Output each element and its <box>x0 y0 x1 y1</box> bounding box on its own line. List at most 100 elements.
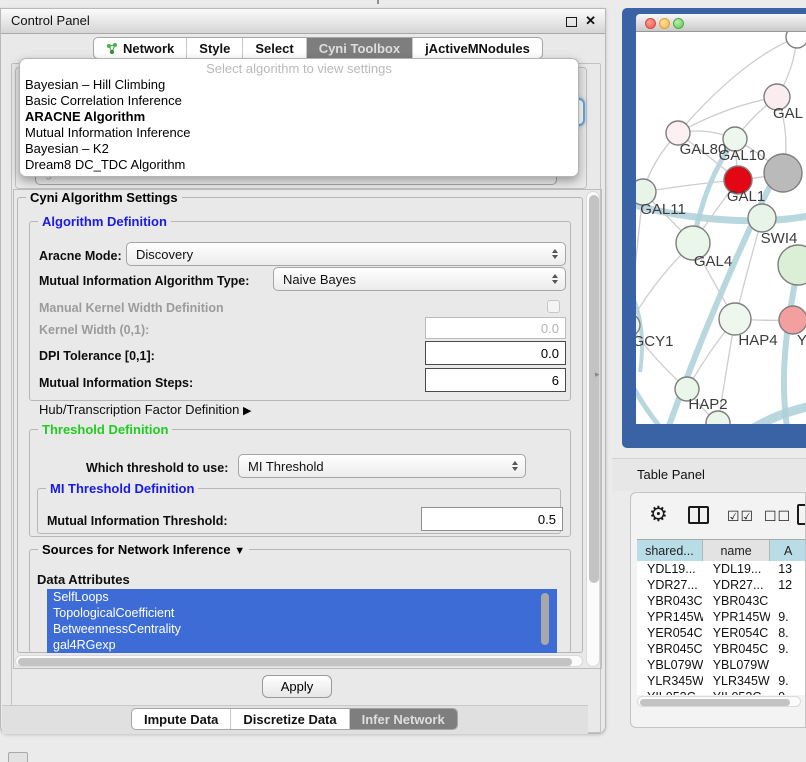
table-row[interactable]: YER054CYER054C8. <box>637 625 806 641</box>
table-row[interactable]: YDL19...YDL19...13 <box>637 561 806 577</box>
which-threshold-combobox[interactable]: MI Threshold <box>238 454 526 478</box>
vertical-scrollbar-thumb[interactable] <box>589 195 599 583</box>
network-node[interactable] <box>764 154 802 192</box>
close-traffic-light[interactable] <box>645 18 656 29</box>
attribute-list-item[interactable]: TopologicalCoefficient <box>47 605 557 621</box>
minimize-traffic-light[interactable] <box>659 18 670 29</box>
close-icon[interactable]: ✕ <box>585 13 596 29</box>
column-header[interactable]: name <box>703 540 771 562</box>
tab-infer-network[interactable]: Infer Network <box>350 709 457 729</box>
network-node-swi4[interactable] <box>748 204 776 232</box>
expand-right-icon[interactable]: ▶ <box>243 405 251 417</box>
network-graph[interactable]: GALGAL80GAL10GAL1GAL11SWI4GAL4GCY1HAP4YH… <box>636 32 806 424</box>
table-panel: ⚙☑☑☐☐ shared...nameA YDL19...YDL19...13Y… <box>630 492 806 728</box>
tab-network[interactable]: Network <box>94 38 187 58</box>
tab-label: Discretize Data <box>243 712 336 727</box>
hub-definition-label[interactable]: Hub/Transcription Factor Definition ▶ <box>39 402 251 417</box>
unchecked-pair-icon[interactable]: ☐☐ <box>764 508 791 525</box>
network-node-y[interactable] <box>779 306 806 334</box>
dropdown-item[interactable]: Dream8 DC_TDC Algorithm <box>20 157 578 173</box>
table-panel-title: Table Panel <box>637 459 705 491</box>
network-window-titlebar[interactable] <box>636 14 806 32</box>
bottom-left-chip[interactable] <box>8 752 28 762</box>
table-cell: YDL19... <box>703 561 771 577</box>
mi-threshold-definition-title: MI Threshold Definition <box>46 481 198 496</box>
column-header[interactable]: shared... <box>637 540 703 562</box>
data-attributes-list[interactable]: SelfLoopsTopologicalCoefficientBetweenne… <box>47 589 557 653</box>
collapse-down-icon[interactable]: ▼ <box>234 545 245 557</box>
tab-select[interactable]: Select <box>243 38 306 58</box>
cyni-settings-title: Cyni Algorithm Settings <box>26 190 182 205</box>
mi-algorithm-type-combobox[interactable]: Naive Bayes <box>273 267 566 291</box>
network-edge[interactable] <box>678 97 777 133</box>
tab-discretize-data[interactable]: Discretize Data <box>231 709 349 729</box>
horizontal-scrollbar-thumb[interactable] <box>18 658 572 666</box>
column-header[interactable]: A <box>770 540 806 562</box>
dropdown-item[interactable]: Bayesian – Hill Climbing <box>20 77 578 93</box>
table-cell: YDL19... <box>637 561 703 577</box>
dpi-tolerance-field[interactable]: 0.0 <box>425 341 566 365</box>
node-label: GAL1 <box>727 188 765 205</box>
table-row[interactable]: YIL052CYIL052C9. <box>637 689 806 695</box>
data-attributes-label: Data Attributes <box>37 572 130 587</box>
attribute-list-item[interactable]: gal4RGexp <box>47 637 557 653</box>
control-panel-titlebar[interactable]: Control Panel ✕ <box>1 9 605 34</box>
document-icon[interactable] <box>797 504 806 525</box>
attribute-list-item[interactable]: BetweennessCentrality <box>47 621 557 637</box>
table-cell: YDR27... <box>703 577 771 593</box>
network-view-window[interactable]: GALGAL80GAL10GAL1GAL11SWI4GAL4GCY1HAP4YH… <box>622 8 806 448</box>
table-row[interactable]: YBR045CYBR045C9. <box>637 641 806 657</box>
dropdown-item[interactable]: Bayesian – K2 <box>20 141 578 157</box>
network-node-hap4[interactable] <box>719 303 751 335</box>
table-row[interactable]: YPR145WYPR145W9. <box>637 609 806 625</box>
kernel-width-value: 0.0 <box>541 321 559 336</box>
checked-pair-icon[interactable]: ☑☑ <box>727 508 754 525</box>
dropdown-item[interactable]: Basic Correlation Inference <box>20 93 578 109</box>
node-label: SWI4 <box>761 230 798 247</box>
vertical-scrollbar[interactable] <box>586 191 600 667</box>
node-label: GAL4 <box>694 253 732 270</box>
zoom-traffic-light[interactable] <box>673 18 684 29</box>
network-edge-thick[interactable] <box>784 265 798 424</box>
float-window-icon[interactable] <box>566 17 577 27</box>
split-columns-icon[interactable] <box>688 506 709 524</box>
network-node[interactable] <box>786 32 806 48</box>
network-node[interactable] <box>778 245 806 285</box>
tab-jactivemnodules[interactable]: jActiveMNodules <box>413 38 542 58</box>
mi-threshold-field[interactable]: 0.5 <box>421 507 563 531</box>
tab-impute-data[interactable]: Impute Data <box>132 709 231 729</box>
table-hscroll-thumb[interactable] <box>640 699 790 706</box>
node-label: GAL11 <box>640 201 686 218</box>
manual-kernel-width-label: Manual Kernel Width Definition <box>39 301 224 315</box>
table-cell: YIL052C <box>703 689 771 695</box>
table-row[interactable]: YBL079WYBL079W <box>637 657 806 673</box>
apply-button[interactable]: Apply <box>262 675 332 698</box>
table-row[interactable]: YBR043CYBR043C <box>637 593 806 609</box>
mi-steps-field[interactable]: 6 <box>425 368 566 392</box>
kernel-width-label: Kernel Width (0,1): <box>39 323 149 337</box>
kernel-width-field[interactable]: 0.0 <box>425 317 566 339</box>
splitpane-handle-icon[interactable]: ▸ <box>595 369 600 380</box>
node-label: GAL10 <box>719 147 766 164</box>
table-row[interactable]: YLR345WYLR345W9. <box>637 673 806 689</box>
network-canvas[interactable]: GALGAL80GAL10GAL1GAL11SWI4GAL4GCY1HAP4YH… <box>636 32 806 424</box>
tab-cyni-toolbox[interactable]: Cyni Toolbox <box>307 38 413 58</box>
window-title: Control Panel <box>11 9 90 33</box>
network-edge-thick[interactable] <box>636 372 666 424</box>
tab-label: Infer Network <box>362 712 445 727</box>
aracne-mode-combobox[interactable]: Discovery <box>126 242 566 266</box>
dropdown-item[interactable]: ARACNE Algorithm <box>20 109 578 125</box>
gear-icon[interactable]: ⚙ <box>649 502 668 527</box>
node-label: HAP4 <box>738 332 777 349</box>
attribute-list-item[interactable]: SelfLoops <box>47 589 557 605</box>
tab-style[interactable]: Style <box>187 38 243 58</box>
dropdown-item[interactable]: Mutual Information Inference <box>20 125 578 141</box>
network-edge-thick[interactable] <box>744 404 806 424</box>
manual-kernel-width-checkbox[interactable] <box>547 300 560 313</box>
table-cell: 9. <box>770 673 806 689</box>
horizontal-scrollbar[interactable] <box>15 655 583 667</box>
list-scrollbar-thumb[interactable] <box>541 593 549 645</box>
node-label: GAL <box>773 105 803 122</box>
table-horizontal-scrollbar[interactable] <box>637 696 801 707</box>
table-row[interactable]: YDR27...YDR27...12 <box>637 577 806 593</box>
